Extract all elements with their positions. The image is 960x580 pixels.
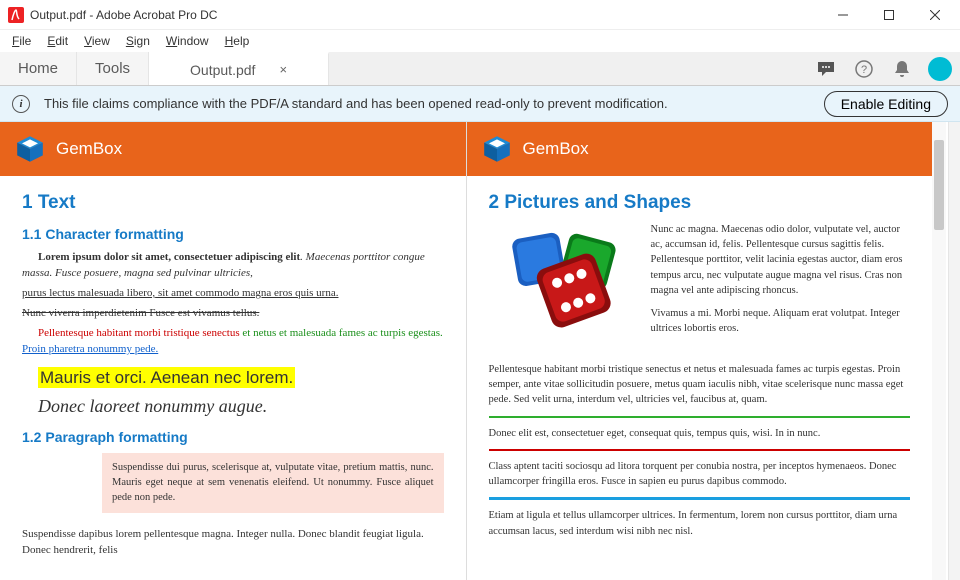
page-1-header: GemBox <box>0 122 466 176</box>
menu-window[interactable]: Window <box>158 32 217 50</box>
red-rule <box>489 449 911 451</box>
maximize-button[interactable] <box>866 0 912 30</box>
tail-text: Suspendisse dapibus lorem pellentesque m… <box>22 527 444 559</box>
acrobat-app-icon <box>8 7 24 23</box>
tab-close-icon[interactable]: × <box>279 62 287 77</box>
body-line-3: Nunc viverra imperdietenim Fusce est viv… <box>22 306 444 322</box>
infobar-message: This file claims compliance with the PDF… <box>44 96 668 111</box>
infobar: i This file claims compliance with the P… <box>0 86 960 122</box>
maximize-icon <box>884 10 894 20</box>
pink-box: Suspendisse dui purus, scelerisque at, v… <box>102 453 444 513</box>
help-icon[interactable]: ? <box>852 57 876 81</box>
green-rule <box>489 416 911 418</box>
menu-help[interactable]: Help <box>217 32 258 50</box>
menu-file[interactable]: File <box>4 32 39 50</box>
chat-icon[interactable] <box>814 57 838 81</box>
document-viewport: GemBox 1 Text 1.1 Character formatting L… <box>0 122 960 580</box>
page-2-para-3: Class aptent taciti sociosqu ad litora t… <box>489 459 911 489</box>
tools-pane-collapsed[interactable] <box>948 122 960 580</box>
enable-editing-button[interactable]: Enable Editing <box>824 91 948 117</box>
minimize-button[interactable] <box>820 0 866 30</box>
highlighted-text: Mauris et orci. Aenean nec lorem. <box>38 366 444 391</box>
body-line-1: Lorem ipsum dolor sit amet, consectetuer… <box>22 250 444 282</box>
info-icon: i <box>12 95 30 113</box>
page-1: GemBox 1 Text 1.1 Character formatting L… <box>0 122 466 580</box>
titlebar: Output.pdf - Adobe Acrobat Pro DC <box>0 0 960 30</box>
minimize-icon <box>838 10 848 20</box>
page-2-para-1: Pellentesque habitant morbi tristique se… <box>489 362 911 408</box>
subsection-1-1-heading: 1.1 Character formatting <box>22 226 444 242</box>
tab-document[interactable]: Output.pdf × <box>149 52 329 85</box>
page-2: GemBox 2 Pictures and Shapes <box>466 122 933 580</box>
body-line-4: Pellentesque habitant morbi tristique se… <box>22 326 444 358</box>
page-2-para-4: Etiam at ligula et tellus ullamcorper ul… <box>489 508 911 538</box>
gembox-logo-icon <box>481 133 513 165</box>
bell-icon[interactable] <box>890 57 914 81</box>
page-2-brand: GemBox <box>523 139 589 159</box>
page-2-side-text: Nunc ac magna. Maecenas odio dolor, vulp… <box>651 222 911 352</box>
page-2-header: GemBox <box>467 122 933 176</box>
tab-document-label: Output.pdf <box>190 62 255 78</box>
menu-view[interactable]: View <box>76 32 118 50</box>
close-button[interactable] <box>912 0 958 30</box>
menu-sign[interactable]: Sign <box>118 32 158 50</box>
blue-rule <box>489 497 911 500</box>
window-title: Output.pdf - Adobe Acrobat Pro DC <box>30 8 217 22</box>
script-text: Donec laoreet nonummy augue. <box>38 396 444 417</box>
section-2-heading: 2 Pictures and Shapes <box>489 192 911 214</box>
tab-home[interactable]: Home <box>0 52 77 85</box>
avatar[interactable] <box>928 57 952 81</box>
dice-image <box>489 222 639 352</box>
gembox-logo-icon <box>14 133 46 165</box>
menu-edit[interactable]: Edit <box>39 32 76 50</box>
tabstrip: Home Tools Output.pdf × ? <box>0 52 960 86</box>
page-1-brand: GemBox <box>56 139 122 159</box>
svg-text:?: ? <box>861 64 867 76</box>
menubar: File Edit View Sign Window Help <box>0 30 960 52</box>
close-icon <box>930 10 940 20</box>
tab-tools[interactable]: Tools <box>77 52 149 85</box>
subsection-1-2-heading: 1.2 Paragraph formatting <box>22 429 444 445</box>
scrollbar-thumb[interactable] <box>934 140 944 230</box>
body-line-2: purus lectus malesuada libero, sit amet … <box>22 286 444 302</box>
page-2-para-2: Donec elit est, consectetuer eget, conse… <box>489 426 911 441</box>
section-1-heading: 1 Text <box>22 192 444 214</box>
vertical-scrollbar[interactable] <box>932 122 946 580</box>
